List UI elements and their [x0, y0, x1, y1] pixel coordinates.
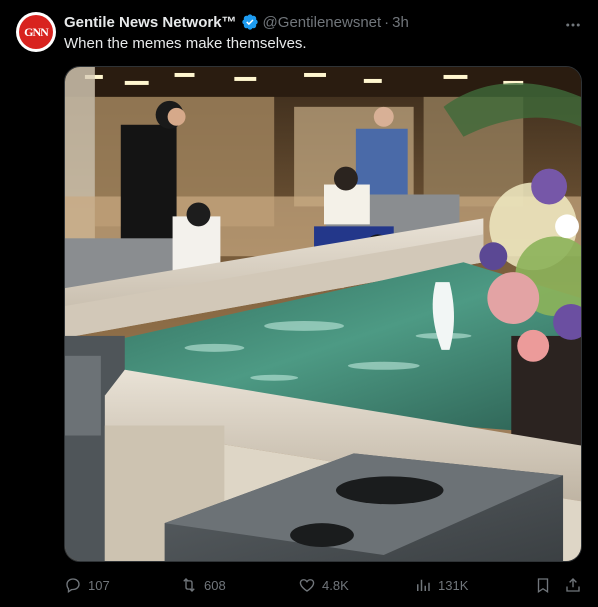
avatar[interactable]: GNN: [16, 12, 56, 52]
reply-button[interactable]: 107: [64, 576, 110, 594]
reply-icon: [66, 578, 80, 594]
retweet-icon: [183, 578, 195, 592]
like-count: 4.8K: [322, 577, 349, 593]
more-dots-icon[interactable]: [564, 16, 582, 34]
handle[interactable]: @Gentilenewsnet: [263, 14, 382, 31]
display-name[interactable]: Gentile News Network™: [64, 14, 237, 31]
action-bar: 107 608 4.8K 131K: [64, 572, 582, 598]
retweet-button[interactable]: 608: [180, 576, 226, 594]
heart-icon: [299, 579, 315, 592]
avatar-logo: GNN: [19, 15, 53, 49]
like-button[interactable]: 4.8K: [298, 576, 349, 594]
retweet-count: 608: [204, 577, 226, 593]
reply-count: 107: [88, 577, 110, 593]
tweet-text: When the memes make themselves.: [64, 35, 307, 52]
views-button[interactable]: 131K: [414, 576, 468, 594]
bookmark-icon: [537, 578, 549, 594]
timestamp[interactable]: 3h: [392, 14, 409, 31]
views-chart-icon: [417, 579, 430, 591]
share-icon: [566, 578, 580, 592]
views-count: 131K: [438, 577, 469, 593]
separator-dot: ·: [384, 13, 390, 31]
tweet-header: Gentile News Network™ @Gentilenewsnet · …: [64, 12, 582, 32]
tweet-photo[interactable]: [64, 66, 582, 562]
share-button[interactable]: [564, 576, 582, 594]
verified-badge-icon[interactable]: [241, 13, 259, 31]
bookmark-button[interactable]: [534, 576, 552, 594]
tweet[interactable]: GNN Gentile News Network™ @Gentilenewsne…: [0, 0, 598, 607]
